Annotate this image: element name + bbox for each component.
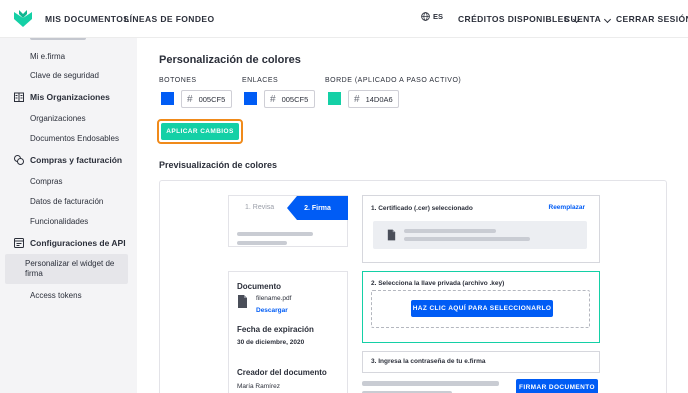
steps-card: 1. Revisa 2. Firma [228,195,348,247]
certificate-title: 1. Certificado (.cer) seleccionado [371,205,473,212]
file-icon [387,229,396,241]
credits-label: CRÉDITOS DISPONIBLES [458,14,570,24]
preview-title: Previsualización de colores [159,160,278,170]
color-value: 005CF5 [198,94,226,104]
page-title: Personalización de colores [159,54,301,66]
placeholder-line [404,237,530,241]
document-title: Documento [237,282,281,291]
step-firma-active[interactable]: 2. Firma [287,196,348,220]
color-swatch-enlaces[interactable] [244,92,257,105]
placeholder-line [237,241,287,245]
sidebar: Mi e.firma Clave de seguridad Mis Organi… [0,38,137,393]
placeholder-line [362,381,499,386]
hash-icon: # [354,93,360,105]
apply-changes-label: APLICAR CAMBIOS [161,123,239,140]
download-link[interactable]: Descargar [256,307,288,314]
key-drop-zone[interactable]: HAZ CLIC AQUÍ PARA SELECCIONARLO [371,290,590,328]
chevron-down-icon [604,15,612,24]
coins-icon [14,155,24,165]
field-label-botones: BOTONES [159,77,197,84]
color-swatch-botones[interactable] [161,92,174,105]
file-icon [238,295,247,308]
color-input-botones[interactable]: #005CF5 [181,90,232,108]
sign-document-button[interactable]: FIRMAR DOCUMENTO [516,379,598,393]
file-name: filename.pdf [256,295,292,302]
language-label: ES [433,12,444,21]
sidebar-item-clave-seguridad[interactable]: Clave de seguridad [30,71,99,80]
color-swatch-borde[interactable] [328,92,341,105]
sidebar-item-datos-facturacion[interactable]: Datos de facturación [30,197,103,206]
private-key-title: 2. Selecciona la llave privada (archivo … [371,280,505,287]
hash-icon: # [270,93,276,105]
expiration-title: Fecha de expiración [237,325,314,334]
nav-mis-documentos[interactable]: MIS DOCUMENTOS [45,14,129,24]
cropped-sidebar-item [30,38,86,40]
color-input-enlaces[interactable]: #005CF5 [264,90,315,108]
nav-lineas-de-fondeo[interactable]: LÍNEAS DE FONDEO [124,14,214,24]
field-label-enlaces: ENLACES [242,77,279,84]
placeholder-line [404,229,496,233]
sidebar-item-personalizar-widget[interactable]: Personalizar el widget de firma [25,259,125,279]
sidebar-item-funcionalidades[interactable]: Funcionalidades [30,217,88,226]
expiration-date: 30 de diciembre, 2020 [237,339,305,346]
color-value: 14D0A6 [365,94,393,104]
creator-name: María Ramírez [237,383,280,390]
hash-icon: # [187,93,193,105]
sidebar-item-mi-efirma[interactable]: Mi e.firma [30,52,65,61]
widget-preview: 1. Revisa 2. Firma Documento filename.pd… [159,180,667,393]
language-selector[interactable]: ES [421,12,443,21]
top-navigation-bar: MIS DOCUMENTOS LÍNEAS DE FONDEO ES CRÉDI… [0,0,688,38]
sidebar-item-compras[interactable]: Compras [30,177,62,186]
logout-link[interactable]: CERRAR SESIÓN [616,14,688,24]
color-input-borde[interactable]: #14D0A6 [348,90,399,108]
sidebar-item-organizaciones[interactable]: Organizaciones [30,114,86,123]
brand-logo-icon[interactable] [14,10,32,28]
step-label: 2. Firma [304,204,331,212]
sidebar-section-label: Mis Organizaciones [30,92,110,102]
main-content: Personalización de colores BOTONES ENLAC… [137,38,688,393]
credits-dropdown[interactable]: CRÉDITOS DISPONIBLES [458,14,580,24]
document-info-card: Documento filename.pdf Descargar Fecha d… [228,271,348,393]
apply-changes-button[interactable]: APLICAR CAMBIOS [157,119,243,144]
private-key-panel: 2. Selecciona la llave privada (archivo … [362,271,600,343]
building-icon [14,92,24,102]
color-value: 005CF5 [281,94,309,104]
api-settings-icon [14,238,24,248]
sidebar-item-documentos-endosables[interactable]: Documentos Endosables [30,134,119,143]
account-dropdown[interactable]: CUENTA [564,14,612,24]
step-revisa[interactable]: 1. Revisa [245,204,274,211]
certificate-panel: 1. Certificado (.cer) seleccionado Reemp… [362,195,600,263]
globe-icon [421,12,430,21]
creator-title: Creador del documento [237,368,327,377]
sidebar-section-organizaciones[interactable]: Mis Organizaciones [14,92,110,102]
select-key-button[interactable]: HAZ CLIC AQUÍ PARA SELECCIONARLO [411,300,553,317]
sidebar-section-label: Configuraciones de API [30,238,126,248]
password-title: 3. Ingresa la contraseña de tu e.firma [371,358,486,365]
placeholder-line [237,232,313,236]
replace-link[interactable]: Reemplazar [549,204,586,211]
account-label: CUENTA [564,14,602,24]
sidebar-section-api[interactable]: Configuraciones de API [14,238,126,248]
sidebar-section-compras[interactable]: Compras y facturación [14,155,122,165]
certificate-file-box [373,221,587,249]
password-panel: 3. Ingresa la contraseña de tu e.firma [362,351,600,373]
sidebar-section-label: Compras y facturación [30,155,123,165]
sidebar-item-access-tokens[interactable]: Access tokens [30,291,82,300]
field-label-borde: BORDE (APLICADO A PASO ACTIVO) [325,77,462,84]
